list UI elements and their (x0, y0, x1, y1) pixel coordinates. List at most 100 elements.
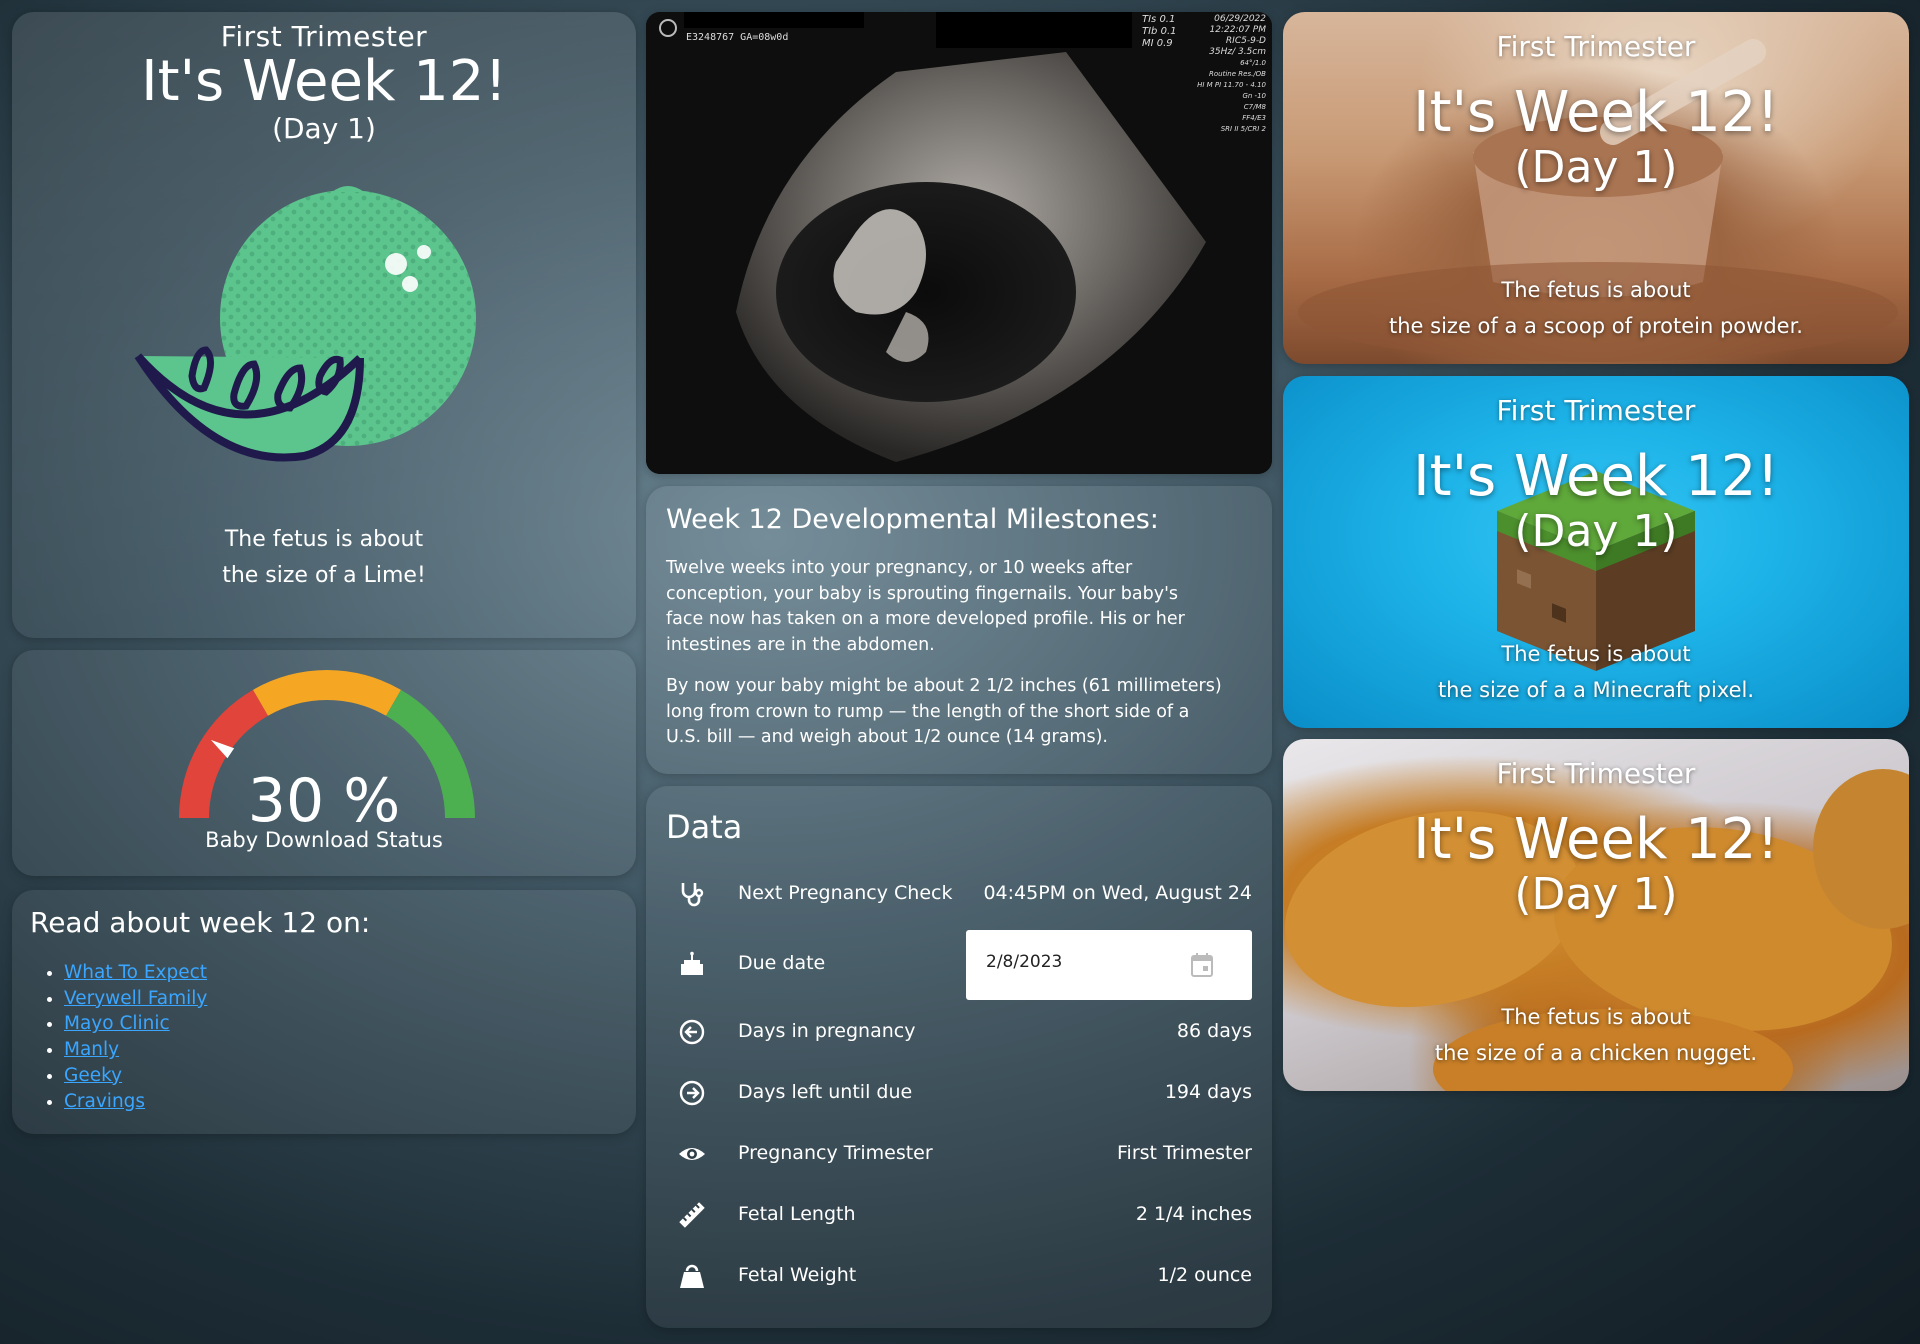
link-manly[interactable]: Manly (64, 1039, 119, 1060)
fetus-size-line1: The fetus is about (1501, 1005, 1691, 1029)
gauge-card: 30 % Baby Download Status (12, 650, 636, 876)
ruler-icon (679, 1202, 705, 1228)
text-line: U.S. bill — and weigh about 1/2 ounce (1… (666, 727, 1108, 747)
scan-time: 12:22:07 PM (1209, 25, 1266, 35)
week-title: It's Week 12! (1413, 807, 1779, 872)
row-length: Fetal Length 2 1/4 inches (646, 1195, 1272, 1235)
text-line: conception, your baby is sprouting finge… (666, 583, 1179, 604)
week-title: It's Week 12! (1413, 80, 1779, 145)
probe-line: C7/M8 (1243, 103, 1266, 111)
day-label: (Day 1) (1514, 142, 1678, 193)
list-item: Geeky (64, 1063, 207, 1089)
protein-powder-card: First Trimester It's Week 12! (Day 1) Th… (1283, 12, 1909, 364)
fetus-size-line2: the size of a a scoop of protein powder. (1389, 314, 1803, 338)
weight-value: 1/2 ounce (1157, 1264, 1252, 1286)
list-item: Mayo Clinic (64, 1011, 207, 1037)
lime-card: First Trimester It's Week 12! (Day 1) Th… (12, 12, 636, 638)
probe-line: SRI II 5/CRI 2 (1220, 125, 1266, 133)
link-geeky[interactable]: Geeky (64, 1065, 122, 1086)
stethoscope-icon (681, 883, 704, 907)
weight-label: Fetal Weight (738, 1264, 857, 1286)
day-label: (Day 1) (1514, 869, 1678, 920)
fetus-size-line2: the size of a a chicken nugget. (1434, 1041, 1758, 1065)
week-title: It's Week 12! (141, 49, 507, 114)
data-card: Data Next Pregnancy Check 04:45PM on Wed… (646, 786, 1272, 1328)
trimester-label: First Trimester (1496, 394, 1696, 427)
weight-icon (680, 1264, 704, 1288)
due-date-input[interactable] (986, 952, 1186, 972)
gauge-segment-orange (253, 670, 401, 716)
probe-line: 64°/1.0 (1240, 59, 1266, 67)
text-line: Twelve weeks into your pregnancy, or 10 … (666, 558, 1133, 578)
row-trimester: Pregnancy Trimester First Trimester (646, 1134, 1272, 1174)
row-weight: Fetal Weight 1/2 ounce (646, 1256, 1272, 1296)
ti-value: TIs 0.1 (1142, 14, 1176, 25)
probe-line: Gn -10 (1242, 92, 1266, 100)
arrow-left-circle-icon (679, 1019, 705, 1045)
next-check-label: Next Pregnancy Check (738, 882, 953, 904)
list-item: Manly (64, 1037, 207, 1063)
probe-line: FF4/E3 (1242, 114, 1266, 122)
day-label: (Day 1) (1514, 506, 1678, 557)
tib-value: TIb 0.1 (1142, 26, 1177, 37)
row-days-in: Days in pregnancy 86 days (646, 1012, 1272, 1052)
link-cravings[interactable]: Cravings (64, 1091, 145, 1112)
week-title: It's Week 12! (1413, 444, 1779, 509)
probe-line: Routine Res./OB (1209, 70, 1266, 78)
scan-date: 06/29/2022 (1214, 14, 1266, 24)
links-card: Read about week 12 on: What To Expect Ve… (12, 890, 636, 1134)
list-item: Verywell Family (64, 986, 207, 1012)
fetus-size-line2: the size of a Lime! (222, 563, 426, 588)
ultrasound-ti-readout: TIs 0.1 TIb 0.1 MI 0.9 (1142, 14, 1177, 50)
list-item: Cravings (64, 1089, 207, 1115)
due-date-input-box[interactable] (966, 930, 1252, 1000)
row-next-check: Next Pregnancy Check 04:45PM on Wed, Aug… (646, 874, 1272, 914)
fetus-size-line1: The fetus is about (1501, 642, 1691, 666)
text-line: intestines are in the abdomen. (666, 634, 935, 655)
gauge-percent: 30 % (247, 766, 401, 836)
lime-icon (134, 186, 476, 462)
trimester-row-label: Pregnancy Trimester (738, 1142, 933, 1164)
ultrasound-id: E3248767 GA=08w0d (686, 32, 789, 43)
text-line: By now your baby might be about 2 1/2 in… (666, 676, 1222, 696)
next-check-value: 04:45PM on Wed, August 24 (983, 882, 1252, 904)
calendar-icon[interactable] (1190, 952, 1214, 978)
probe-line: HI M PI 11.70 - 4.10 (1197, 81, 1266, 89)
minecraft-card: First Trimester It's Week 12! (Day 1) Th… (1283, 376, 1909, 728)
days-left-label: Days left until due (738, 1081, 913, 1103)
ultrasound-settings: 06/29/2022 12:22:07 PM RIC5-9-D 35Hz/ 3.… (1197, 14, 1266, 135)
due-date-label: Due date (738, 952, 826, 974)
text-line: face now has taken on a more developed p… (666, 609, 1185, 629)
data-title: Data (666, 808, 743, 846)
link-what-to-expect[interactable]: What To Expect (64, 962, 207, 983)
length-label: Fetal Length (738, 1203, 856, 1225)
probe-line: RIC5-9-D (1225, 36, 1266, 46)
ultrasound-card: E3248767 GA=08w0d TIs 0.1 TIb 0.1 MI 0.9… (646, 12, 1272, 474)
arrow-right-circle-icon (679, 1080, 705, 1106)
fetus-size-line2: the size of a a Minecraft pixel. (1437, 678, 1755, 702)
trimester-label: First Trimester (1496, 30, 1696, 63)
link-mayo-clinic[interactable]: Mayo Clinic (64, 1013, 170, 1034)
milestones-card: Week 12 Developmental Milestones: Twelve… (646, 486, 1272, 774)
day-label: (Day 1) (272, 111, 376, 145)
days-left-value: 194 days (1164, 1081, 1252, 1103)
trimester-label: First Trimester (1496, 757, 1696, 790)
gauge-label: Baby Download Status (205, 828, 443, 852)
fetus-size-line1: The fetus is about (224, 527, 424, 552)
chicken-nugget-card: First Trimester It's Week 12! (Day 1) Th… (1283, 739, 1909, 1091)
milestones-paragraph-1: Twelve weeks into your pregnancy, or 10 … (666, 556, 1246, 658)
mi-value: MI 0.9 (1142, 38, 1173, 49)
text-line: long from crown to rump — the length of … (666, 701, 1190, 722)
days-in-value: 86 days (1176, 1020, 1252, 1042)
link-verywell-family[interactable]: Verywell Family (64, 988, 207, 1009)
cake-icon (681, 951, 703, 975)
milestones-paragraph-2: By now your baby might be about 2 1/2 in… (666, 674, 1246, 751)
fetus-size-line1: The fetus is about (1501, 278, 1691, 302)
eye-icon (679, 1148, 705, 1160)
probe-line: 35Hz/ 3.5cm (1209, 47, 1266, 57)
length-value: 2 1/4 inches (1135, 1203, 1252, 1225)
ultrasound-image (646, 12, 1272, 474)
links-title: Read about week 12 on: (30, 906, 371, 939)
row-days-left: Days left until due 194 days (646, 1073, 1272, 1113)
list-item: What To Expect (64, 960, 207, 986)
